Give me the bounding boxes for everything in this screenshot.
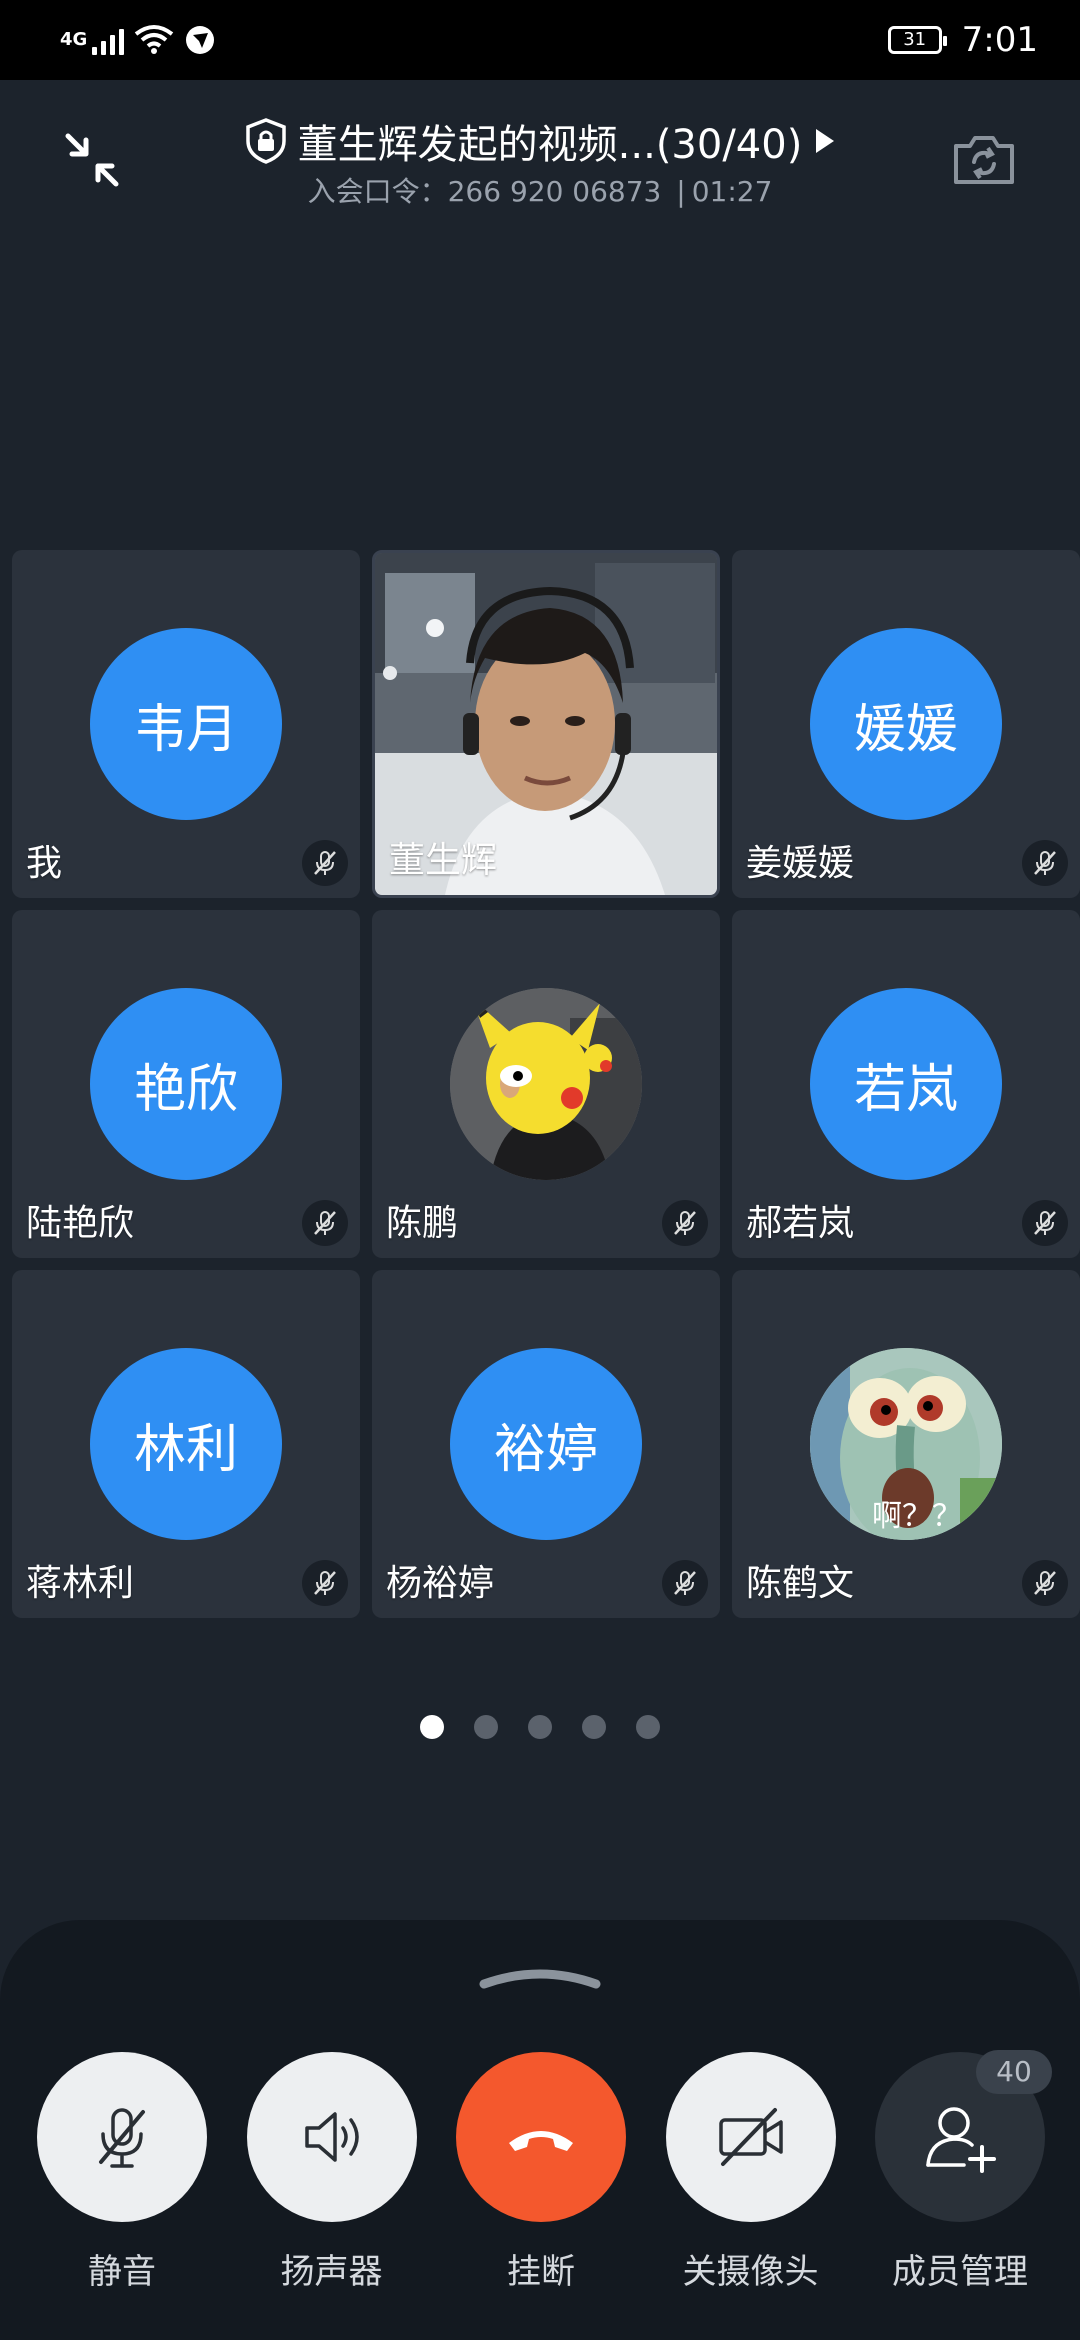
- wifi-icon: [134, 25, 174, 54]
- expand-handle-icon[interactable]: [478, 1960, 602, 1990]
- participant-name: 杨裕婷: [386, 1563, 495, 1604]
- mute-circle[interactable]: [37, 2052, 207, 2222]
- hangup-button[interactable]: 挂断: [455, 2052, 627, 2293]
- participant-name: 陆艳欣: [26, 1203, 135, 1244]
- mute-label: 静音: [88, 2252, 156, 2292]
- page-dot-3[interactable]: [528, 1715, 552, 1739]
- hangup-circle[interactable]: [456, 2052, 626, 2222]
- avatar: 林利: [90, 1348, 282, 1540]
- camera-off-icon: [718, 2108, 783, 2166]
- participant-tile[interactable]: 媛媛 姜媛媛: [732, 550, 1080, 898]
- camera-off-label: 关摄像头: [682, 2252, 819, 2292]
- participant-name: 我: [26, 843, 63, 884]
- passcode-label: 入会口令：: [307, 175, 448, 208]
- participant-tile[interactable]: 韦月 我: [12, 550, 360, 898]
- avatar-photo: [450, 988, 642, 1180]
- avatar: 裕婷: [450, 1348, 642, 1540]
- status-bar: 4G 31 7:01: [0, 0, 1080, 80]
- page-dot-5[interactable]: [636, 1715, 660, 1739]
- speaker-circle[interactable]: [246, 2052, 417, 2222]
- mic-muted-icon: [302, 1560, 348, 1606]
- passcode: 266 920 06873: [447, 175, 662, 208]
- hangup-icon: [509, 2131, 573, 2151]
- participant-name: 董生辉: [389, 840, 498, 881]
- camera-switch-icon[interactable]: [950, 132, 1018, 188]
- meeting-header: 董生辉发起的视频...(30/40) 入会口令：266 920 06873 | 0…: [0, 80, 1080, 230]
- mic-off-icon: [99, 2108, 145, 2168]
- participant-tile[interactable]: 若岚 郝若岚: [732, 910, 1080, 1258]
- title-row[interactable]: 董生辉发起的视频...(30/40): [0, 112, 1080, 170]
- battery-icon: 31: [887, 26, 947, 54]
- participant-name: 姜媛媛: [746, 843, 855, 884]
- page-dot-2[interactable]: [474, 1715, 498, 1739]
- mic-muted-icon: [1022, 1200, 1068, 1246]
- clock: 7:01: [961, 20, 1038, 60]
- mic-muted-icon: [662, 1200, 708, 1246]
- participant-name: 陈鹏: [386, 1203, 459, 1244]
- meeting-info: 入会口令：266 920 06873 | 01:27: [0, 170, 1080, 210]
- participant-name: 蒋林利: [26, 1563, 135, 1604]
- mic-muted-icon: [662, 1560, 708, 1606]
- participant-tile[interactable]: 啊？？ 陈鹤文: [732, 1270, 1080, 1618]
- avatar-caption: 啊？？: [872, 1499, 962, 1534]
- control-panel: 静音 扬声器 挂断 关摄像头 40 成员管理: [0, 1920, 1080, 2340]
- lock-shield-icon: [245, 118, 286, 164]
- page-indicator[interactable]: [0, 1715, 1080, 1739]
- participant-name: 陈鹤文: [746, 1563, 855, 1604]
- status-left: 4G: [60, 24, 216, 56]
- participant-grid: 韦月 我 董生辉 媛媛 姜媛媛 艳欣 陆艳欣 陈鹏 若岚 郝若岚 林利 蒋林利 …: [12, 550, 1080, 1618]
- add-member-icon: [926, 2107, 996, 2173]
- member-count-badge: 40: [976, 2050, 1052, 2094]
- participant-tile[interactable]: 裕婷 杨裕婷: [372, 1270, 720, 1618]
- member-manage-label: 成员管理: [892, 2252, 1028, 2292]
- speaker-button[interactable]: 扬声器: [246, 2052, 418, 2293]
- participant-tile-video[interactable]: 董生辉: [372, 550, 720, 898]
- mic-muted-icon: [302, 1200, 348, 1246]
- call-controls: 静音 扬声器 挂断 关摄像头 40 成员管理: [36, 2050, 1052, 2293]
- mic-muted-icon: [1022, 1560, 1068, 1606]
- mic-muted-icon: [302, 840, 348, 886]
- camera-off-circle[interactable]: [665, 2052, 836, 2222]
- meeting-title: 董生辉发起的视频...(30/40): [297, 122, 803, 168]
- camera-off-button[interactable]: 关摄像头: [665, 2052, 837, 2293]
- signal-icon: [92, 25, 124, 55]
- call-duration: 01:27: [691, 175, 773, 208]
- page-dot-1[interactable]: [420, 1715, 444, 1739]
- status-right: 31 7:01: [887, 20, 1038, 60]
- network-type: 4G: [60, 29, 88, 50]
- participant-tile[interactable]: 林利 蒋林利: [12, 1270, 360, 1618]
- member-manage-button[interactable]: 40 成员管理: [874, 2050, 1052, 2293]
- hangup-label: 挂断: [507, 2252, 575, 2292]
- mic-muted-icon: [1022, 840, 1068, 886]
- avatar: 艳欣: [90, 988, 282, 1180]
- separator: |: [676, 175, 686, 208]
- participant-tile[interactable]: 陈鹏: [372, 910, 720, 1258]
- participant-tile[interactable]: 艳欣 陆艳欣: [12, 910, 360, 1258]
- avatar-photo: 啊？？: [810, 1348, 1002, 1540]
- mute-button[interactable]: 静音: [36, 2052, 208, 2293]
- speaker-icon: [304, 2112, 359, 2162]
- play-arrow-icon: [816, 129, 835, 153]
- page-dot-4[interactable]: [582, 1715, 606, 1739]
- avatar: 若岚: [810, 988, 1002, 1180]
- vpn-icon: [186, 26, 214, 54]
- participant-name: 郝若岚: [746, 1203, 855, 1244]
- avatar: 韦月: [90, 628, 282, 820]
- speaker-label: 扬声器: [280, 2252, 383, 2292]
- avatar: 媛媛: [810, 628, 1002, 820]
